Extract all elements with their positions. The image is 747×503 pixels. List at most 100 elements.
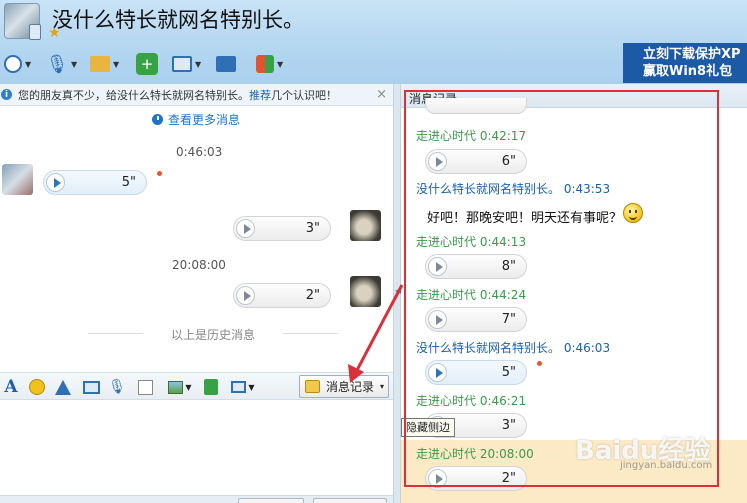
history-sender: 走进心时代 0:46:21 [416,394,527,408]
chat-toolbar: ▼ 🎙 ▼ ▼ + ▼ ▼ [0,48,610,82]
voice-duration: 5" [121,175,136,190]
ad-banner[interactable]: 立刻下载保护XP 赢取Win8礼包 [623,43,747,83]
history-sender: 没什么特长就网名特别长。 0:43:53 [416,182,611,196]
video-call-button[interactable]: ▼ [4,51,31,77]
chevron-down-icon[interactable]: ▼ [71,60,77,69]
voice-message[interactable]: 2" [425,466,527,491]
message-input[interactable] [0,401,393,483]
chevron-down-icon[interactable]: ▼ [25,60,31,69]
input-toolbar: A 🎙 ▼ ▼ 消息记录 ▾ [0,372,393,400]
history-divider-label: 以上是历史消息 [170,328,255,342]
note-icon [137,379,153,395]
contact-avatar[interactable] [4,3,41,40]
mobile-online-icon [29,24,41,40]
history-sender: 没什么特长就网名特别长。 0:46:03 [416,341,611,355]
add-app-button[interactable]: + [136,51,158,77]
play-icon[interactable] [236,219,255,238]
voice-duration: 5" [501,365,516,380]
screenshot-button[interactable]: ▼ [228,378,258,396]
apps-grid-icon [256,55,274,73]
voice-message[interactable] [425,98,527,114]
chevron-down-icon[interactable]: ▼ [277,60,283,69]
star-icon[interactable]: ★ [48,25,61,41]
info-icon: i [1,89,12,100]
image-button[interactable]: ▼ [166,378,194,396]
self-avatar[interactable] [350,276,381,307]
side-panel-splitter[interactable]: ◀ [393,84,401,503]
voice-duration: 3" [305,221,320,236]
play-icon[interactable] [428,469,447,488]
screen-share-button[interactable] [216,51,236,77]
screen-share-icon [216,56,236,72]
notice-text: 您的朋友真不少，给没什么特长就网名特别长。 [18,88,249,102]
friend-recommend-notice: i 您的朋友真不少，给没什么特长就网名特别长。 推荐 几个认识吧！ × [0,84,393,106]
chevron-down-icon: ▼ [185,382,192,392]
history-text-message: 好吧！那晚安吧！明天还有事呢？ [427,211,623,226]
play-icon[interactable] [236,286,255,305]
notice-suffix: 几个认识吧！ [271,88,337,102]
unread-dot [537,361,542,366]
voice-duration: 7" [501,312,516,327]
gift-button[interactable] [202,378,220,396]
voice-message[interactable]: 5" [43,170,147,195]
friend-avatar[interactable] [2,164,33,195]
voice-duration: 8" [501,259,516,274]
play-icon[interactable] [46,173,65,192]
chevron-down-icon[interactable]: ▾ [380,382,384,391]
remote-assist-button[interactable]: ▼ [172,51,201,77]
folder-icon [90,56,110,72]
video-clip-button[interactable] [82,378,100,396]
add-app-icon: + [136,53,158,75]
voice-message[interactable]: 8" [425,254,527,279]
message-history-button[interactable]: 消息记录 ▾ [299,375,389,398]
message-history-icon [305,380,320,393]
voice-duration: 3" [501,418,516,433]
shake-button[interactable] [54,378,72,396]
voice-message[interactable]: 3" [233,216,331,241]
voice-message-button[interactable]: 🎙 [108,378,126,396]
history-sender: 走进心时代 0:44:13 [416,235,527,249]
send-file-button[interactable]: ▼ [90,51,119,77]
chat-panel: i 您的朋友真不少，给没什么特长就网名特别长。 推荐 几个认识吧！ × 查看更多… [0,84,393,503]
ad-line-1: 立刻下载保护XP [643,47,741,62]
self-avatar[interactable] [350,210,381,241]
chat-window-header: 没什么特长就网名特别长。 ★ ▼ 🎙 ▼ ▼ + ▼ ▼ 立刻下载保护XP 赢取… [0,0,747,90]
history-divider: 以上是历史消息 [88,326,338,342]
message-timestamp: 0:46:03 [176,145,223,159]
play-icon[interactable] [428,310,447,329]
voice-call-button[interactable]: 🎙 ▼ [46,51,78,77]
smiley-icon [623,203,643,223]
microphone-icon: 🎙 [108,379,126,395]
view-more-label: 查看更多消息 [168,113,241,127]
voice-message[interactable]: 2" [233,283,331,308]
voice-message[interactable]: 7" [425,307,527,332]
send-button[interactable] [313,498,387,503]
chevron-down-icon[interactable]: ▼ [113,60,119,69]
play-icon[interactable] [428,257,447,276]
screenshot-icon [231,381,247,393]
image-icon [168,380,184,394]
voice-message[interactable]: 5" [425,360,527,385]
chevron-down-icon: ▼ [248,382,255,392]
emoji-button[interactable] [28,378,46,396]
voice-duration: 2" [305,288,320,303]
contact-name[interactable]: 没什么特长就网名特别长。 [52,4,304,34]
note-button[interactable] [136,378,154,396]
film-icon [82,380,100,394]
recommend-link[interactable]: 推荐 [249,87,271,103]
voice-duration: 2" [501,471,516,486]
gift-icon [204,379,218,395]
hide-sidebar-tooltip: 隐藏侧边 [401,418,455,437]
unread-dot [157,171,162,176]
apps-button[interactable]: ▼ [256,51,283,77]
font-icon[interactable]: A [2,377,20,397]
voice-message[interactable]: 6" [425,149,527,174]
play-icon[interactable] [428,152,447,171]
view-more-messages-link[interactable]: 查看更多消息 [152,111,240,128]
close-icon[interactable]: × [376,87,387,102]
play-icon[interactable] [428,363,447,382]
webcam-icon [4,55,22,73]
history-sender: 走进心时代 0:42:17 [416,129,527,143]
close-button[interactable] [238,498,304,503]
chevron-down-icon[interactable]: ▼ [195,60,201,69]
